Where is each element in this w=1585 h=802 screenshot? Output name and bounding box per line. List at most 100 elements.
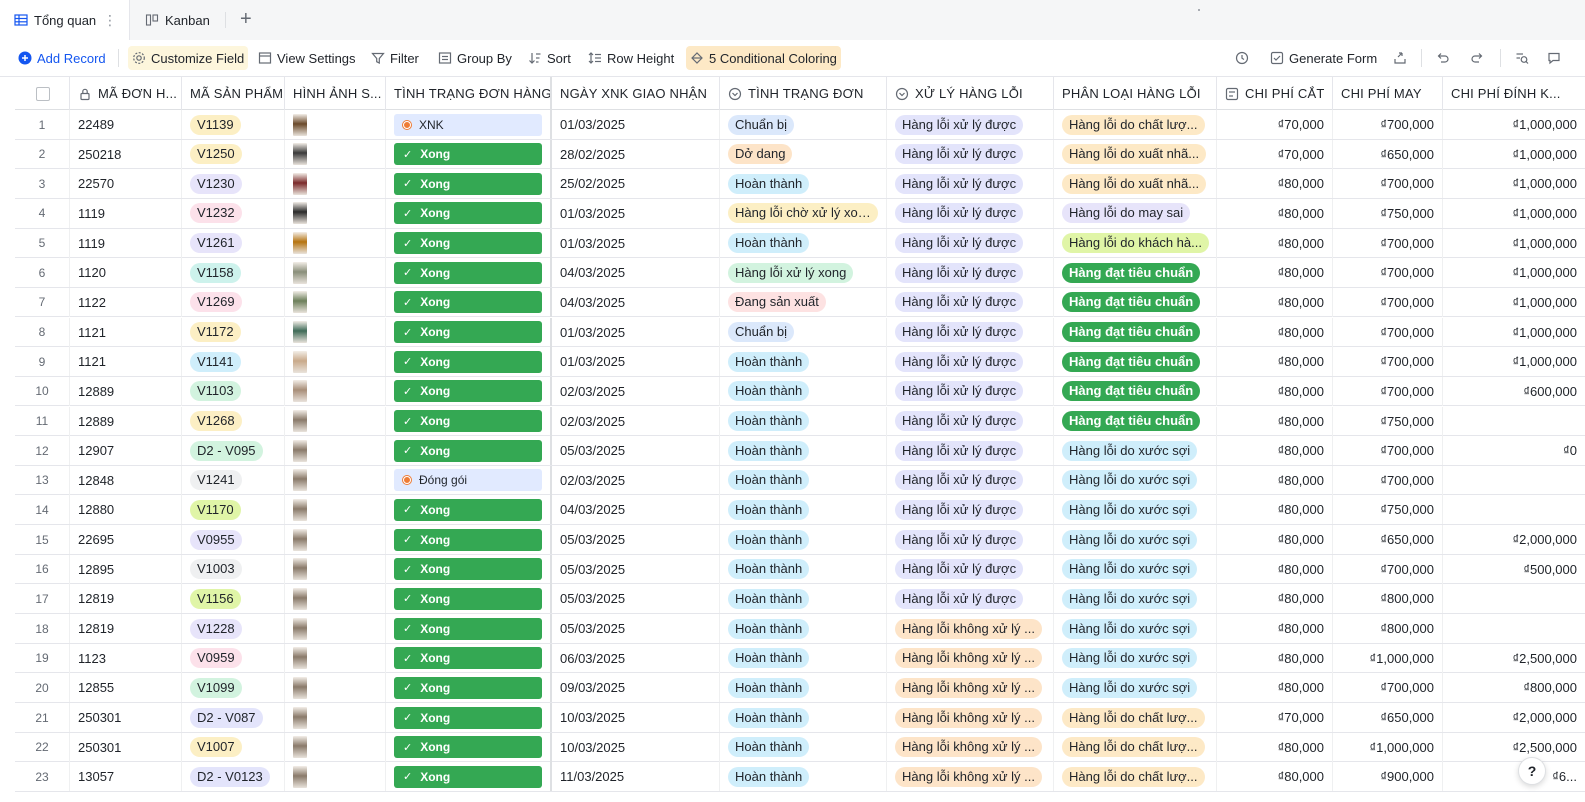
product-image-cell[interactable] xyxy=(285,406,386,436)
order-status-cell[interactable]: ✓ Xong xyxy=(386,287,552,317)
defect-handling-cell[interactable]: Hàng lỗi xử lý được xyxy=(887,198,1054,228)
table-row[interactable]: 19 1123 V0959 ✓ Xong 06/03/2025 Hoàn thành Hàng… xyxy=(15,643,1585,674)
tab-kanban[interactable]: Kanban xyxy=(145,0,210,40)
defect-category-cell[interactable]: Hàng đạt tiêu chuẩn xyxy=(1054,258,1217,288)
order-status-cell[interactable]: ✓ Xong xyxy=(386,228,552,258)
date-cell[interactable]: 01/03/2025 xyxy=(552,110,720,139)
product-image-cell[interactable] xyxy=(285,614,386,644)
sewing-cost-cell[interactable]: ₫700,000 xyxy=(1333,258,1443,288)
attachment-cost-cell[interactable]: ₫1,000,000 xyxy=(1443,199,1585,228)
view-settings-button[interactable]: View Settings xyxy=(254,46,360,70)
cutting-cost-cell[interactable]: ₫80,000 xyxy=(1217,406,1333,436)
column-header-ngay-xnk[interactable]: NGÀY XNK GIAO NHẬN xyxy=(552,77,720,110)
order-id-cell[interactable]: 12819 xyxy=(70,614,182,644)
order-state-cell[interactable]: Hoàn thành xyxy=(720,406,887,436)
product-image-cell[interactable] xyxy=(285,317,386,347)
product-thumbnail[interactable] xyxy=(293,439,307,462)
attachment-cost-cell[interactable] xyxy=(1443,495,1585,524)
product-thumbnail[interactable] xyxy=(293,380,307,403)
row-number-cell[interactable]: 14 xyxy=(15,495,70,525)
product-code-cell[interactable]: V1232 xyxy=(182,198,285,228)
product-code-cell[interactable]: V1250 xyxy=(182,139,285,169)
sewing-cost-cell[interactable]: ₫700,000 xyxy=(1333,317,1443,347)
table-row[interactable]: 18 12819 V1228 ✓ Xong 05/03/2025 Hoàn thành Hàn… xyxy=(15,614,1585,644)
cutting-cost-cell[interactable]: ₫80,000 xyxy=(1217,169,1333,199)
order-state-cell[interactable]: Hoàn thành xyxy=(720,762,887,792)
cutting-cost-cell[interactable]: ₫80,000 xyxy=(1217,614,1333,644)
date-cell[interactable]: 05/03/2025 xyxy=(552,584,720,614)
product-code-cell[interactable]: D2 - V087 xyxy=(182,703,285,732)
date-cell[interactable]: 11/03/2025 xyxy=(552,762,720,792)
table-row[interactable]: 17 12819 V1156 ✓ Xong 05/03/2025 Hoàn thành Hàn… xyxy=(15,584,1585,614)
order-status-cell[interactable]: ✓ Xong xyxy=(386,762,552,792)
product-code-cell[interactable]: V1268 xyxy=(182,406,285,436)
comments-button[interactable] xyxy=(1543,46,1565,70)
attachment-cost-cell[interactable]: ₫1,000,000 xyxy=(1443,347,1585,376)
defect-handling-cell[interactable]: Hàng lỗi không xử lý ... xyxy=(887,762,1054,792)
defect-category-cell[interactable]: Hàng đạt tiêu chuẩn xyxy=(1054,376,1217,406)
product-image-cell[interactable] xyxy=(285,139,386,169)
product-code-cell[interactable]: V1139 xyxy=(182,110,285,139)
order-status-cell[interactable]: ✓ Xong xyxy=(386,406,552,436)
order-status-cell[interactable]: ✓ Xong xyxy=(386,495,552,525)
product-image-cell[interactable] xyxy=(285,436,386,466)
order-id-cell[interactable]: 12907 xyxy=(70,436,182,466)
product-thumbnail[interactable] xyxy=(293,202,307,225)
row-number-cell[interactable]: 23 xyxy=(15,762,70,792)
attachment-cost-cell[interactable]: ₫1,000,000 xyxy=(1443,318,1585,347)
column-header-chi-phi-cat[interactable]: CHI PHÍ CẮT xyxy=(1217,77,1333,110)
product-code-cell[interactable]: V1261 xyxy=(182,228,285,258)
table-row[interactable]: 15 22695 V0955 ✓ Xong 05/03/2025 Hoàn thành Hàn… xyxy=(15,525,1585,555)
product-image-cell[interactable] xyxy=(285,376,386,406)
defect-handling-cell[interactable]: Hàng lỗi không xử lý ... xyxy=(887,673,1054,703)
order-status-cell[interactable]: ✓ Xong xyxy=(386,643,552,673)
search-records-button[interactable] xyxy=(1511,46,1533,70)
sewing-cost-cell[interactable]: ₫700,000 xyxy=(1333,169,1443,199)
product-thumbnail[interactable] xyxy=(293,765,307,788)
select-all-checkbox[interactable] xyxy=(15,77,70,110)
order-state-cell[interactable]: Hoàn thành xyxy=(720,436,887,466)
defect-handling-cell[interactable]: Hàng lỗi xử lý được xyxy=(887,139,1054,169)
help-button[interactable]: ? xyxy=(1518,757,1546,785)
defect-handling-cell[interactable]: Hàng lỗi xử lý được xyxy=(887,525,1054,555)
product-thumbnail[interactable] xyxy=(293,321,307,344)
table-row[interactable]: 6 1120 V1158 ✓ Xong 04/03/2025 Hàng lỗi xử lý … xyxy=(15,258,1585,288)
product-image-cell[interactable] xyxy=(285,228,386,258)
defect-handling-cell[interactable]: Hàng lỗi xử lý được xyxy=(887,287,1054,317)
product-code-cell[interactable]: V1230 xyxy=(182,169,285,199)
defect-category-cell[interactable]: Hàng đạt tiêu chuẩn xyxy=(1054,317,1217,347)
table-row[interactable]: 3 22570 V1230 ✓ Xong 25/02/2025 Hoàn thành Hàng… xyxy=(15,169,1585,199)
order-state-cell[interactable]: Hoàn thành xyxy=(720,228,887,258)
order-status-cell[interactable]: ✓ Xong xyxy=(386,169,552,199)
order-status-cell[interactable]: XNK xyxy=(386,110,552,139)
defect-handling-cell[interactable]: Hàng lỗi xử lý được xyxy=(887,554,1054,584)
defect-handling-cell[interactable]: Hàng lỗi không xử lý ... xyxy=(887,614,1054,644)
defect-category-cell[interactable]: Hàng lỗi do xước sợi xyxy=(1054,643,1217,673)
table-row[interactable]: 8 1121 V1172 ✓ Xong 01/03/2025 Chuẩn bị Hàng lỗ… xyxy=(15,317,1585,348)
order-status-cell[interactable]: ✓ Xong xyxy=(386,258,552,288)
product-image-cell[interactable] xyxy=(285,169,386,199)
defect-category-cell[interactable]: Hàng lỗi do xuất nhã... xyxy=(1054,169,1217,199)
order-id-cell[interactable]: 12880 xyxy=(70,495,182,525)
order-status-cell[interactable]: ✓ Xong xyxy=(386,347,552,377)
sewing-cost-cell[interactable]: ₫900,000 xyxy=(1333,762,1443,792)
row-number-cell[interactable]: 3 xyxy=(15,169,70,199)
order-state-cell[interactable]: Chuẩn bị xyxy=(720,317,887,347)
product-code-cell[interactable]: V1241 xyxy=(182,465,285,495)
date-cell[interactable]: 28/02/2025 xyxy=(552,139,720,169)
date-cell[interactable]: 25/02/2025 xyxy=(552,169,720,199)
cutting-cost-cell[interactable]: ₫80,000 xyxy=(1217,525,1333,555)
product-thumbnail[interactable] xyxy=(293,113,307,136)
order-status-cell[interactable]: ✓ Xong xyxy=(386,673,552,703)
product-thumbnail[interactable] xyxy=(293,587,307,610)
sewing-cost-cell[interactable]: ₫700,000 xyxy=(1333,465,1443,495)
table-row[interactable]: 23 13057 D2 - V0123 ✓ Xong 11/03/2025 Hoàn thà… xyxy=(15,762,1585,792)
table-row[interactable]: 10 12889 V1103 ✓ Xong 02/03/2025 Hoàn thành Hàn… xyxy=(15,376,1585,407)
date-cell[interactable]: 05/03/2025 xyxy=(552,525,720,555)
defect-handling-cell[interactable]: Hàng lỗi không xử lý ... xyxy=(887,732,1054,762)
row-number-cell[interactable]: 1 xyxy=(15,110,70,139)
product-code-cell[interactable]: V1269 xyxy=(182,287,285,317)
order-state-cell[interactable]: Hàng lỗi xử lý xong xyxy=(720,258,887,288)
product-code-cell[interactable]: V1158 xyxy=(182,258,285,288)
defect-category-cell[interactable]: Hàng lỗi do xước sợi xyxy=(1054,525,1217,555)
